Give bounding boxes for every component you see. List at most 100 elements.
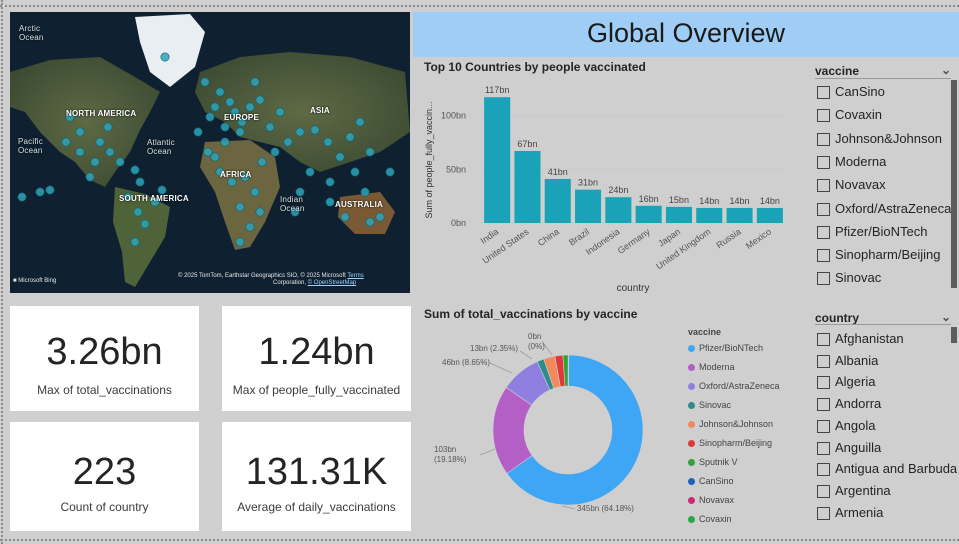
bar[interactable] [756,207,783,223]
country-marker[interactable] [130,165,140,175]
country-marker[interactable] [220,137,230,147]
country-marker[interactable] [265,122,275,132]
checkbox[interactable] [817,419,830,433]
country-marker[interactable] [235,127,245,137]
bar[interactable] [544,178,571,223]
country-marker[interactable] [255,95,265,105]
checkbox[interactable] [817,441,830,455]
country-marker[interactable] [103,122,113,132]
country-marker[interactable] [130,237,140,247]
country-marker[interactable] [355,117,365,127]
bar[interactable] [605,197,632,223]
country-marker[interactable] [235,237,245,247]
checkbox[interactable] [817,376,830,390]
country-marker[interactable] [105,147,115,157]
country-marker[interactable] [250,187,260,197]
country-slicer-header[interactable]: country ⌄ [815,310,951,325]
country-marker[interactable] [270,147,280,157]
country-marker[interactable] [220,122,230,132]
country-marker[interactable] [35,187,45,197]
checkbox[interactable] [817,398,830,412]
country-marker[interactable] [225,97,235,107]
checkbox[interactable] [817,202,830,216]
country-marker[interactable] [45,185,55,195]
checkbox[interactable] [817,354,830,368]
country-marker[interactable] [255,207,265,217]
country-marker[interactable] [157,185,167,195]
bar[interactable] [665,206,692,223]
bar[interactable] [726,207,753,223]
country-marker[interactable] [275,107,285,117]
checkbox[interactable] [817,333,830,346]
country-marker[interactable] [283,137,293,147]
country-marker[interactable] [210,102,220,112]
country-marker[interactable] [75,147,85,157]
checkbox[interactable] [817,225,830,239]
bar[interactable] [575,189,602,223]
country-marker[interactable] [133,207,143,217]
country-marker[interactable] [305,167,315,177]
checkbox[interactable] [817,463,830,477]
chevron-down-icon[interactable]: ⌄ [941,63,951,77]
country-marker[interactable] [135,177,145,187]
country-marker[interactable] [200,77,210,87]
country-marker[interactable] [325,197,335,207]
country-marker[interactable] [360,187,370,197]
country-marker[interactable] [375,212,385,222]
country-marker[interactable] [210,152,220,162]
country-marker[interactable] [345,132,355,142]
country-marker[interactable] [215,87,225,97]
country-marker[interactable] [365,147,375,157]
kpi-card-average-daily-vaccinations[interactable]: 131.31K Average of daily_vaccinations [222,422,411,531]
vaccine-slicer-scrollbar[interactable] [951,80,957,288]
country-marker[interactable] [257,157,267,167]
bar-chart[interactable]: 0bn50bn100bn117bnIndia67bnUnited States4… [420,72,800,312]
country-slicer-scrollbar[interactable] [951,327,957,343]
country-marker[interactable] [310,125,320,135]
country-marker[interactable] [335,152,345,162]
kpi-card-count-country[interactable]: 223 Count of country [10,422,199,531]
kpi-card-max-fully-vaccinated[interactable]: 1.24bn Max of people_fully_vaccinated [222,306,411,411]
kpi-card-max-total-vaccinations[interactable]: 3.26bn Max of total_vaccinations [10,306,199,411]
country-marker[interactable] [90,157,100,167]
country-marker[interactable] [245,102,255,112]
country-marker[interactable] [85,172,95,182]
country-marker[interactable] [245,222,255,232]
country-marker[interactable] [365,217,375,227]
map-visual[interactable]: Arctic Ocean NORTH AMERICA EUROPE ASIA P… [10,12,410,293]
openstreetmap-link[interactable]: © OpenStreetMap [308,280,356,286]
chevron-down-icon[interactable]: ⌄ [941,310,951,324]
bar[interactable] [484,97,511,223]
country-marker[interactable] [61,137,71,147]
country-marker[interactable] [193,127,203,137]
checkbox[interactable] [817,132,830,146]
country-marker[interactable] [115,157,125,167]
vaccine-slicer-header[interactable]: vaccine ⌄ [815,63,951,78]
terms-link[interactable]: Terms [347,273,363,279]
country-marker[interactable] [140,219,150,229]
country-marker[interactable] [323,137,333,147]
country-marker[interactable] [350,167,360,177]
country-marker[interactable] [95,137,105,147]
checkbox[interactable] [817,109,830,123]
country-marker[interactable] [340,212,350,222]
donut-chart[interactable]: 345bn (64.18%) 103bn (19.18%) 46bn (8.65%) 1… [420,325,680,535]
country-marker[interactable] [75,127,85,137]
checkbox[interactable] [817,249,830,263]
checkbox[interactable] [817,86,830,99]
country-marker[interactable] [203,147,213,157]
bar[interactable] [635,205,662,223]
bar[interactable] [696,207,723,223]
country-marker[interactable] [385,167,395,177]
country-marker[interactable] [235,202,245,212]
checkbox[interactable] [817,506,830,520]
checkbox[interactable] [817,155,830,169]
country-marker[interactable] [160,52,170,62]
country-marker[interactable] [295,127,305,137]
country-marker[interactable] [250,77,260,87]
bar[interactable] [514,150,541,223]
country-marker[interactable] [325,177,335,187]
checkbox[interactable] [817,272,830,286]
country-marker[interactable] [17,192,27,202]
country-marker[interactable] [227,177,237,187]
